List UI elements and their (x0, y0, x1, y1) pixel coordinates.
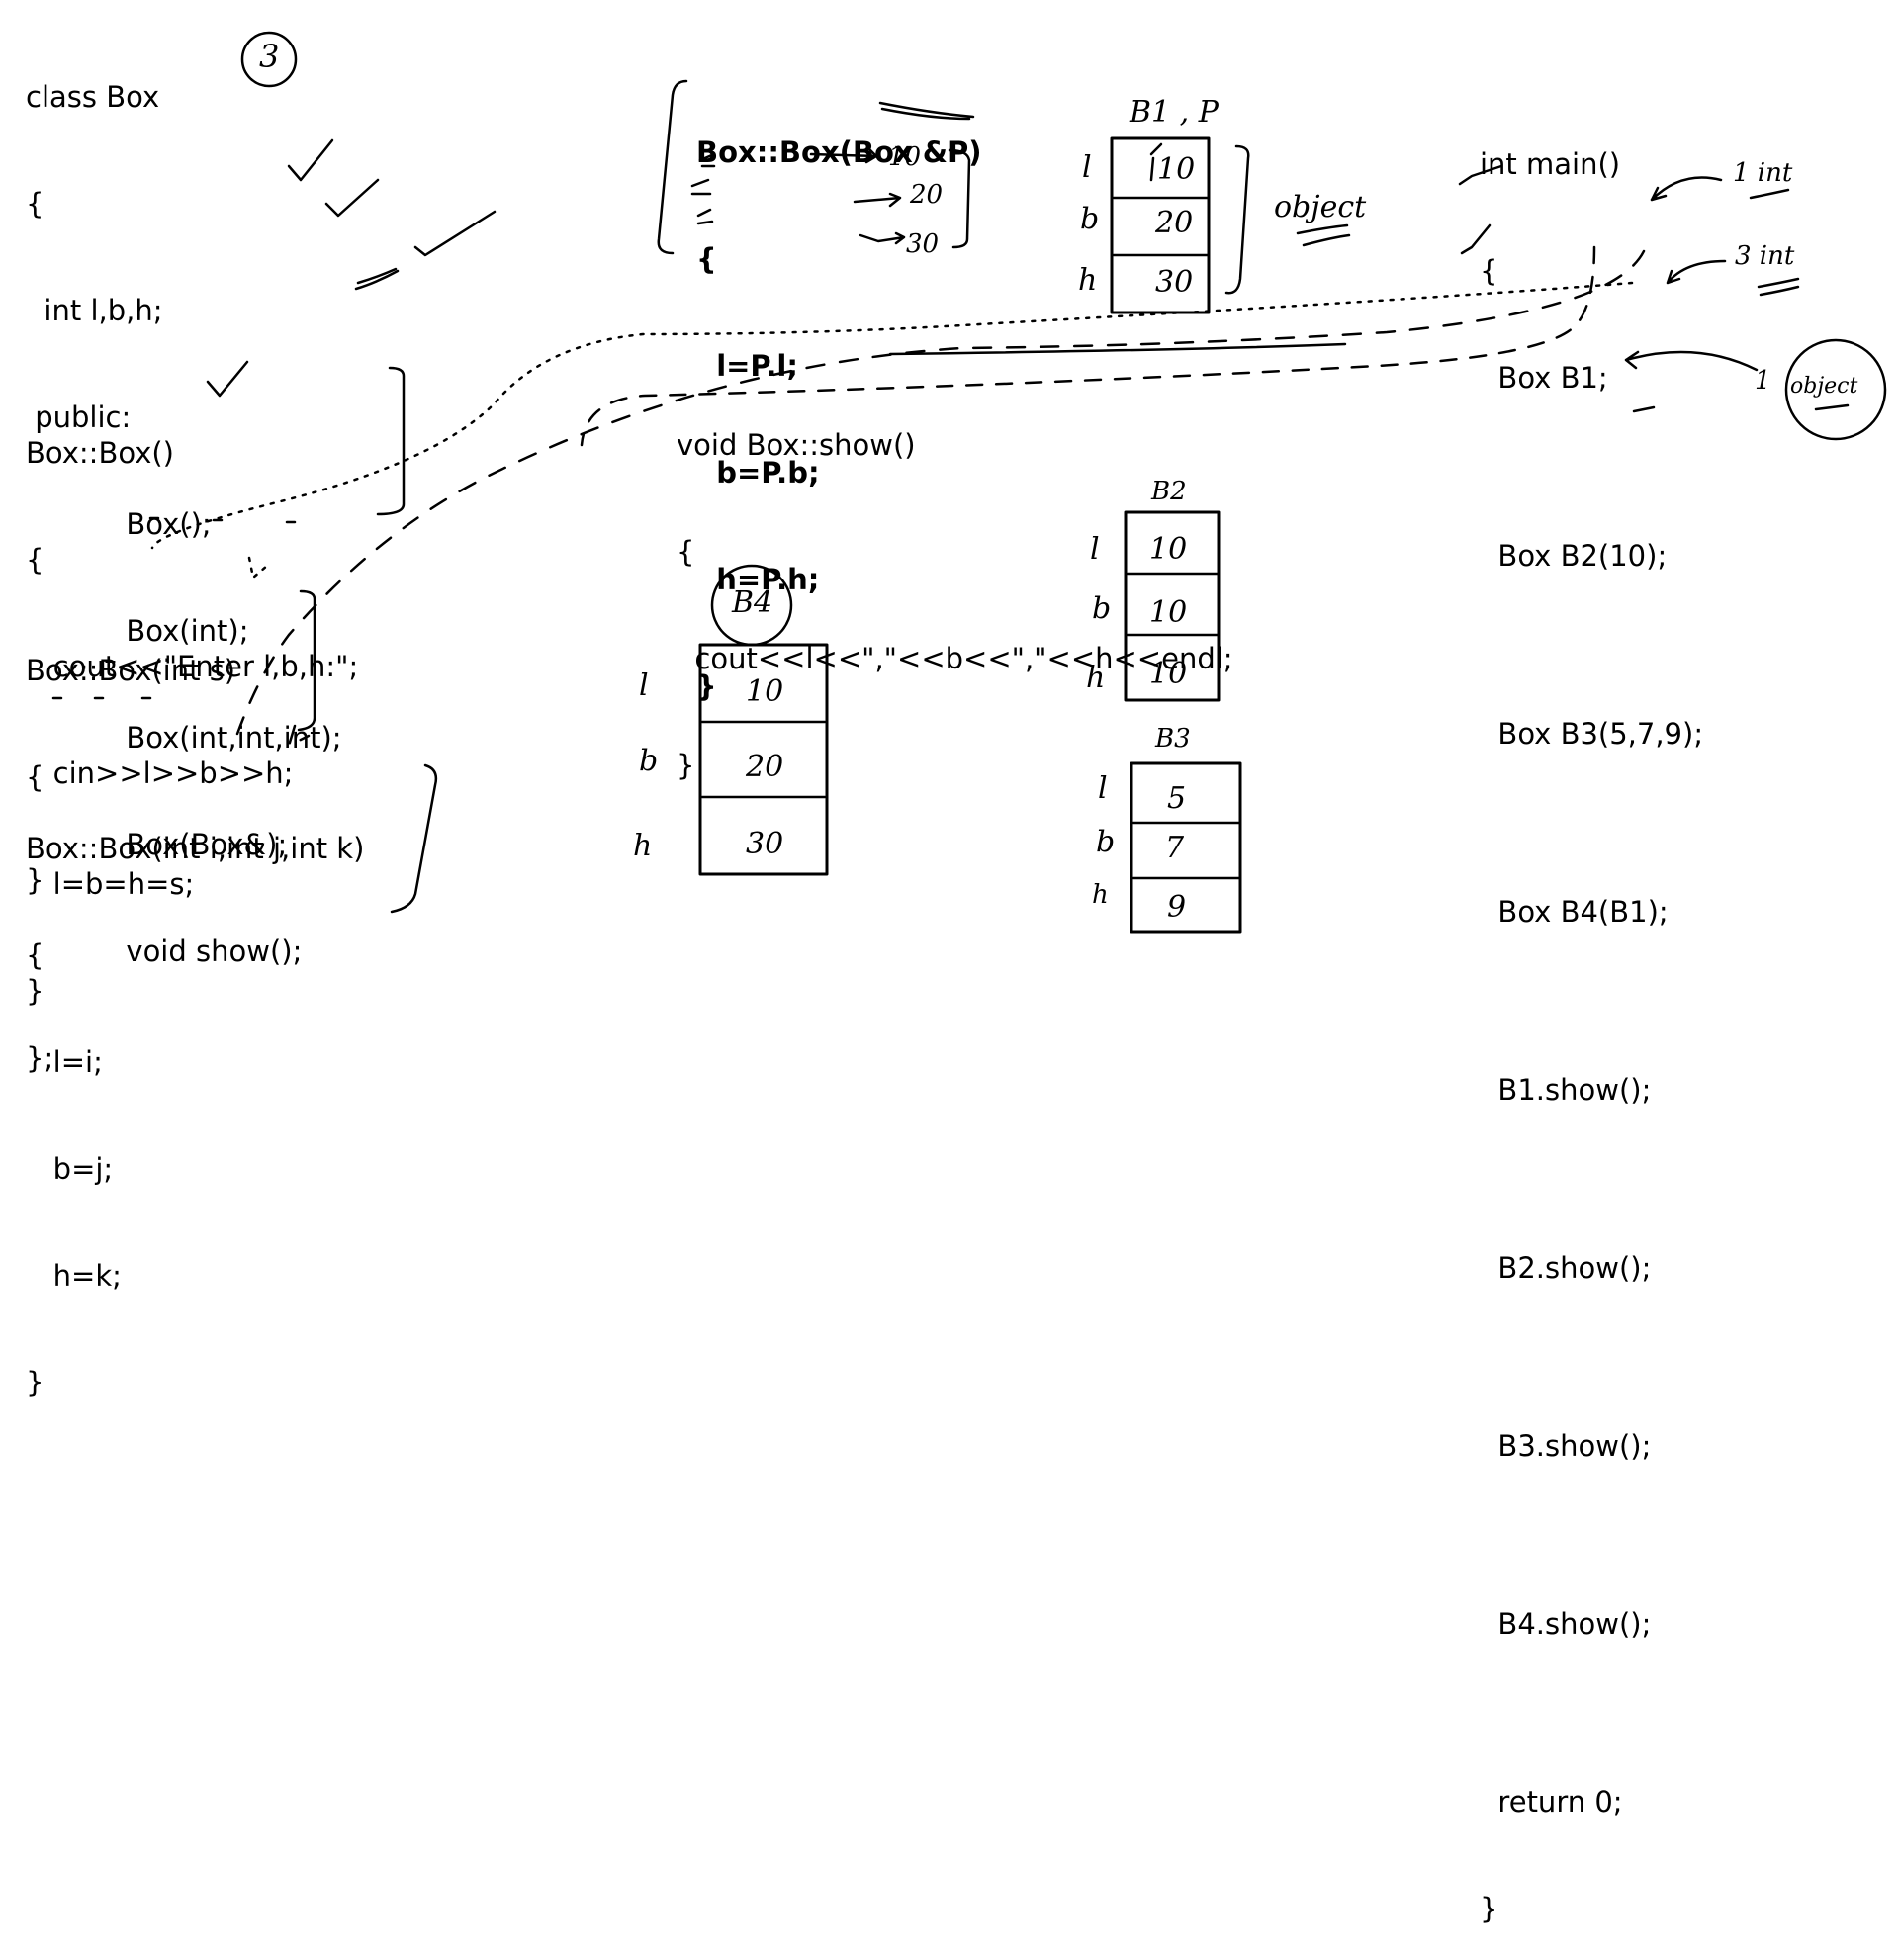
code-line: b=j; (26, 1152, 114, 1186)
code-line: { (26, 938, 45, 972)
underline (1757, 277, 1800, 297)
box-value-h: 30 (746, 827, 784, 861)
note-1: 1 (1755, 366, 1771, 396)
box-title-b2: B2 (1151, 477, 1187, 506)
box-value-h: 10 (1149, 657, 1188, 691)
object-note: object (1274, 190, 1367, 224)
box-label-h: h (633, 829, 653, 863)
box-label-b: b (1096, 825, 1116, 859)
code-line: { (26, 543, 45, 577)
code-line: B4.show(); (1480, 1607, 1652, 1641)
box-label-l: l (1082, 150, 1092, 185)
box-label-b: b (639, 744, 659, 778)
code-line: class Box (26, 80, 160, 114)
main-function: int main() { Box B1; Box B2(10); Box B3(… (1480, 75, 1703, 1960)
box-label-l: l (1098, 771, 1108, 806)
code-line: int main() (1480, 147, 1621, 181)
code-line: } (1480, 1892, 1498, 1925)
box-value-l: 10 (746, 674, 784, 709)
box-value-h: 30 (1155, 265, 1194, 300)
box-label-h: h (1086, 661, 1106, 695)
code-line: l=i; (26, 1045, 103, 1079)
box-value-b: 20 (1155, 206, 1194, 240)
code-line: { (26, 187, 45, 221)
code-line: void Box::show() (677, 428, 916, 462)
code-line: Box::Box(int i,int j,int k) (26, 832, 365, 865)
box-value-l: 5 (1167, 781, 1187, 816)
bracket (1224, 144, 1250, 295)
code-line: Box B1; (1480, 361, 1608, 395)
box-value-b: 20 (746, 750, 784, 784)
check-mark (354, 267, 400, 291)
code-line: Box B3(5,7,9); (1480, 717, 1704, 751)
note-1-int: 1 int (1733, 158, 1793, 188)
three-param-constructor: Box::Box(int i,int j,int k) { l=i; b=j; … (26, 759, 364, 1436)
box-label-l: l (639, 668, 649, 703)
box-label-h: h (1078, 263, 1098, 298)
copy-value-l: 10 (888, 142, 922, 172)
code-line: Box::Box() (26, 436, 174, 470)
underline (1749, 188, 1790, 200)
bracket (376, 366, 406, 516)
code-line: h=k; (26, 1259, 122, 1292)
bracket (657, 79, 688, 255)
box-title-b1-p: B1 , P (1130, 95, 1219, 130)
underline (1814, 403, 1850, 411)
code-line: B2.show(); (1480, 1251, 1652, 1285)
box-value-h: 9 (1167, 890, 1187, 925)
box-divider (1131, 821, 1242, 880)
code-line: Box::Box(int s) (26, 654, 236, 687)
box-value-b: 7 (1165, 831, 1185, 865)
code-line: Box::Box(Box &P) (696, 135, 982, 169)
box-value-l: 10 (1149, 532, 1188, 567)
note-object: object (1790, 374, 1858, 399)
code-line: B1.show(); (1480, 1073, 1652, 1107)
box-title-b3: B3 (1155, 724, 1191, 754)
bracket (390, 763, 438, 914)
note-3-int: 3 int (1735, 241, 1795, 271)
code-line: { (696, 242, 717, 276)
box-value-l: 10 (1157, 152, 1196, 187)
copy-value-h: 30 (906, 229, 940, 259)
check-mark (413, 210, 497, 257)
box-label-l: l (1090, 532, 1100, 567)
code-line: } (26, 1366, 45, 1399)
code-line: Box B2(10); (1480, 539, 1668, 573)
code-line: return 0; (1480, 1785, 1623, 1819)
box-value-b: 10 (1149, 595, 1188, 630)
circled-note: 3 (259, 38, 280, 75)
box-title-b4: B4 (732, 585, 773, 620)
box-label-b: b (1092, 591, 1112, 626)
code-line: Box B4(B1); (1480, 895, 1669, 929)
code-line: B3.show(); (1480, 1429, 1652, 1463)
code-line: int l,b,h; (26, 294, 163, 327)
underline (1296, 223, 1351, 247)
box-label-h: h (1092, 880, 1109, 910)
code-line: { (1480, 254, 1498, 288)
box-label-b: b (1080, 202, 1100, 236)
copy-value-b: 20 (910, 180, 944, 210)
